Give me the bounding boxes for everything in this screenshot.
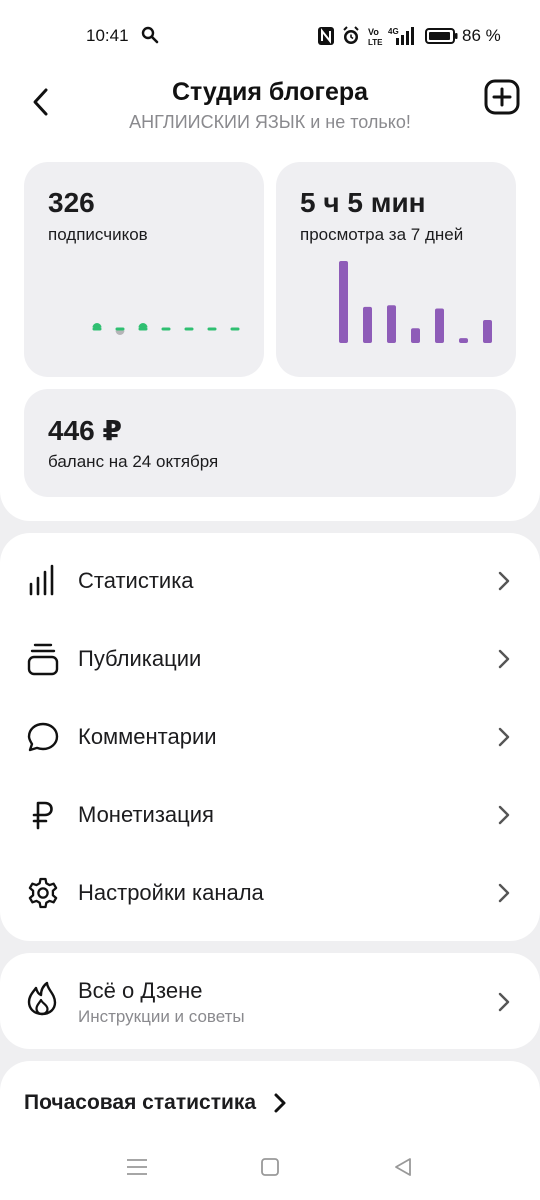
views-bar [339,261,348,343]
comment-icon [27,722,59,752]
svg-text:4G: 4G [388,27,399,36]
about-zen-title: Всё о Дзене [78,978,203,1003]
chevron-right-icon [498,649,510,669]
menu-item-label: Монетизация [78,802,214,827]
system-nav-bar [0,1140,540,1200]
alarm-icon [343,26,359,44]
status-time: 10:41 [86,26,129,45]
subscribers-trend-marker [161,327,171,331]
balance-card[interactable]: 446 ₽ баланс на 24 октября [24,389,516,497]
menu-nav-icon[interactable] [124,1154,150,1180]
search-icon [141,26,159,44]
about-zen-card[interactable]: Всё о Дзене Инструкции и советы [0,953,540,1049]
balance-label: баланс на 24 октября [48,452,219,471]
chevron-right-icon [274,1093,286,1113]
views-bar [435,308,444,343]
volte-icon: Vo LTE [368,27,383,47]
stack-icon [27,643,59,676]
svg-text:Vo: Vo [368,27,379,37]
views-card[interactable]: 5 ч 5 мин просмотра за 7 дней [276,162,516,377]
menu-item-label: Публикации [78,646,202,671]
page-title: Студия блогера [171,78,369,106]
views-bar [387,305,396,343]
about-zen-subtitle: Инструкции и советы [78,1007,245,1026]
chevron-right-icon [498,727,510,747]
menu-item-label: Комментарии [78,724,217,749]
hourly-stats-link[interactable]: Почасовая статистика [24,1091,287,1121]
status-icons: Vo LTE 4G [318,26,458,47]
views-bar [483,320,492,343]
channel-name: АНГЛИИСКИИ ЯЗЫК и не только! [129,112,411,132]
studio-header-section: Студия блогера АНГЛИИСКИИ ЯЗЫК и не толь… [0,72,540,521]
signal-4g-icon: 4G [388,27,414,45]
gear-icon [28,877,58,909]
bar-chart-icon [29,564,54,596]
status-bar: 10:41 Vo LTE 4G 86 % [0,0,540,72]
battery-percent: 86 % [462,26,501,45]
back-nav-icon[interactable] [390,1154,416,1180]
menu-item-statistics[interactable]: Статистика [0,542,540,620]
subscribers-card[interactable]: 326 подписчиков [24,162,264,377]
home-nav-icon[interactable] [257,1154,283,1180]
chevron-right-icon [498,992,510,1012]
subscribers-trend-marker [92,323,102,331]
svg-text:LTE: LTE [368,38,383,47]
balance-amount: 446 ₽ [48,415,122,446]
subscribers-trend-marker [184,327,194,331]
views-bar [411,328,420,343]
views-bar [363,306,372,343]
chevron-right-icon [498,883,510,903]
menu-item-monetization[interactable]: Монетизация [0,776,540,854]
subscribers-trend-marker [230,327,240,331]
add-publication-button[interactable] [484,79,520,115]
flame-icon [27,981,57,1016]
battery-icon [425,28,458,44]
chevron-right-icon [498,805,510,825]
menu-item-label: Статистика [78,568,194,593]
nfc-icon [318,27,334,45]
subscribers-trend-marker [115,327,125,335]
studio-menu: Статистика Публикации Комментарии Монети… [0,533,540,941]
views-bar [459,338,468,343]
views-bar-chart [339,261,492,343]
menu-item-channel-settings[interactable]: Настройки канала [0,854,540,932]
chevron-right-icon [498,571,510,591]
subscribers-trend-marker [138,323,148,331]
subscribers-trend-chart [92,323,240,335]
subscribers-trend-marker [207,327,217,331]
menu-item-comments[interactable]: Комментарии [0,698,540,776]
ruble-icon [32,801,53,830]
menu-item-publications[interactable]: Публикации [0,620,540,698]
menu-item-label: Настройки канала [78,880,264,905]
hourly-stats-title: Почасовая статистика [24,1091,257,1114]
